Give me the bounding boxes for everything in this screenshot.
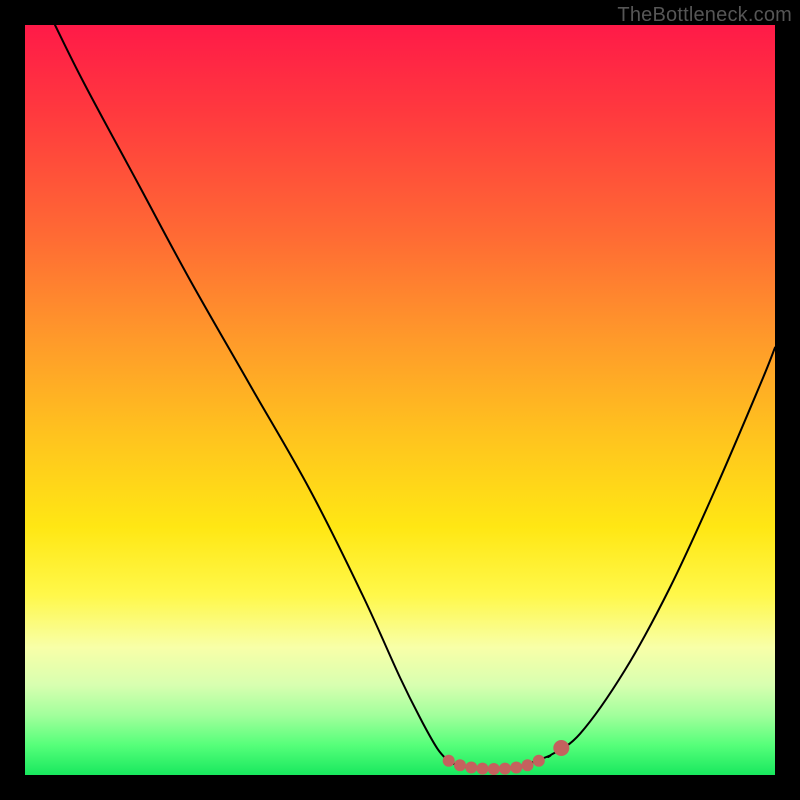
watermark-text: TheBottleneck.com — [617, 4, 792, 27]
bottleneck-curve — [55, 25, 775, 769]
valley-marker — [443, 755, 455, 767]
valley-marker — [522, 759, 534, 771]
valley-marker — [499, 763, 511, 775]
chart-stage: TheBottleneck.com — [0, 0, 800, 800]
valley-marker — [454, 759, 466, 771]
valley-marker — [477, 763, 489, 775]
valley-marker — [533, 755, 545, 767]
valley-marker — [553, 740, 569, 756]
valley-marker — [465, 762, 477, 774]
plot-area — [25, 25, 775, 775]
valley-markers — [443, 740, 570, 775]
valley-marker — [488, 763, 500, 775]
valley-marker — [510, 762, 522, 774]
curve-layer — [25, 25, 775, 775]
